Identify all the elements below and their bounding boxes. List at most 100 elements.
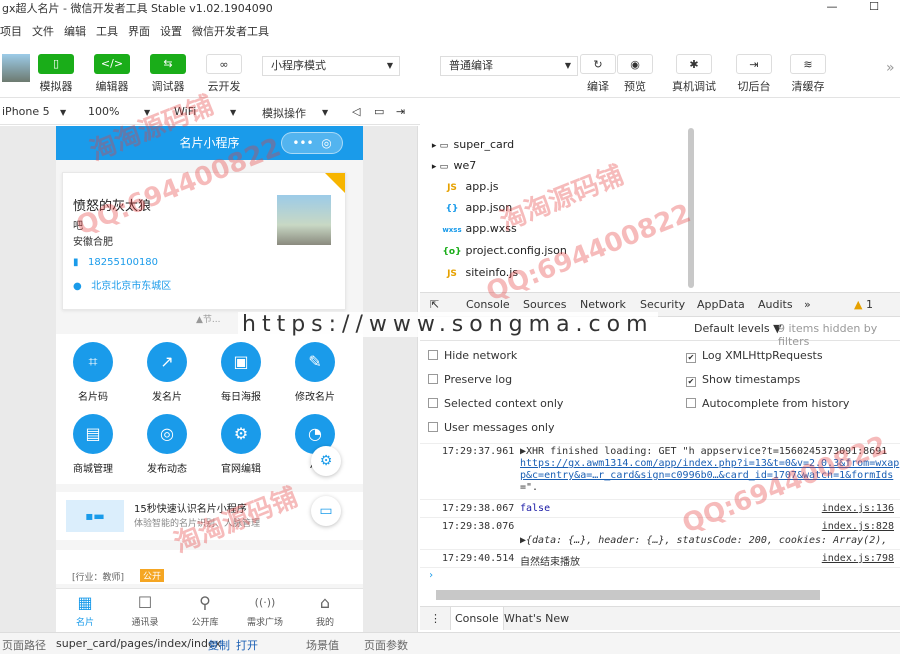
menu-file[interactable]: 文件 <box>32 23 54 39</box>
menu-project[interactable]: 项目 <box>0 23 22 39</box>
drawer-tab-whats-new[interactable]: What's New <box>504 612 569 625</box>
console-hscrollbar[interactable] <box>436 590 820 600</box>
option-timestamps[interactable]: ✔ Show timestamps <box>686 373 800 387</box>
checkbox[interactable] <box>428 398 438 408</box>
tab-console[interactable]: Console <box>466 298 510 311</box>
real-debug-button[interactable]: ✱ 真机调试 <box>672 54 716 94</box>
checkbox-checked[interactable]: ✔ <box>686 353 696 363</box>
menu-edit[interactable]: 编辑 <box>64 23 86 39</box>
tab-mine[interactable]: ⌂ 我的 <box>300 591 350 628</box>
grid-item-post[interactable]: ◎ 发布动态 <box>132 414 202 475</box>
capsule-menu[interactable]: ••• ◎ <box>281 132 343 154</box>
checkbox-checked[interactable]: ✔ <box>686 377 696 387</box>
tree-node[interactable]: {} app.json <box>442 198 513 218</box>
log-source-link[interactable]: index.js:798 <box>822 553 894 564</box>
cloud-button[interactable]: ∞ 云开发 <box>206 54 242 94</box>
menu-tools[interactable]: 工具 <box>96 23 118 39</box>
levels-select[interactable]: Default levels ▼ <box>694 322 782 335</box>
log-link[interactable]: p&c=entry&a=…r_card&sign=c0996b0…&card_i… <box>520 470 893 481</box>
grid-item-website[interactable]: ⚙ 官网编辑 <box>206 414 276 475</box>
tab-label: 公开库 <box>191 618 219 628</box>
log-source-link[interactable]: index.js:136 <box>822 503 894 514</box>
grid-item-card-code[interactable]: ⌗ 名片码 <box>58 342 128 403</box>
network-select[interactable]: WiFi <box>174 105 196 118</box>
tree-scrollbar[interactable] <box>688 128 694 288</box>
checkbox[interactable] <box>428 422 438 432</box>
grid-item-send-card[interactable]: ↗ 发名片 <box>132 342 202 403</box>
tab-demand[interactable]: ((·)) 需求广场 <box>240 591 290 628</box>
tab-sources[interactable]: Sources <box>523 298 567 311</box>
debugger-button[interactable]: ⇆ 调试器 <box>150 54 186 94</box>
grid-label: 每日海报 <box>221 392 261 403</box>
option-log-xhr[interactable]: ✔ Log XMLHttpRequests <box>686 349 823 363</box>
log-link[interactable]: https://gx.awm1314.com/app/index.php?i=1… <box>520 458 899 469</box>
log-object[interactable]: ▶{data: {…}, header: {…}, statusCode: 20… <box>520 535 887 546</box>
grid-item-edit-card[interactable]: ✎ 修改名片 <box>280 342 350 403</box>
mode-select[interactable]: 小程序模式 ▼ <box>262 56 400 76</box>
message-fab-icon[interactable]: ▭ <box>311 496 341 526</box>
more-tabs-icon[interactable]: » <box>804 298 811 311</box>
menu-view[interactable]: 界面 <box>128 23 150 39</box>
tab-public[interactable]: ⚲ 公开库 <box>180 591 230 628</box>
option-user-messages[interactable]: User messages only <box>428 421 555 434</box>
project-avatar[interactable] <box>2 54 30 82</box>
background-button[interactable]: ⇥ 切后台 <box>736 54 772 94</box>
option-hide-network[interactable]: Hide network <box>428 349 517 362</box>
option-selected-context[interactable]: Selected context only <box>428 397 563 410</box>
compile-button[interactable]: ↻ 编译 <box>580 54 616 94</box>
tree-node[interactable]: wxss app.wxss <box>442 219 516 239</box>
log-row: 17:29:37.961 ▶XHR finished loading: GET … <box>420 443 900 499</box>
open-link[interactable]: 打开 <box>236 637 258 653</box>
editor-button[interactable]: </> 编辑器 <box>94 54 130 94</box>
option-preserve-log[interactable]: Preserve log <box>428 373 512 386</box>
caret-down-icon: ▼ <box>322 108 329 117</box>
detach-icon[interactable]: ⇥ <box>396 105 405 118</box>
inspect-icon[interactable]: ⇱ <box>430 298 439 311</box>
warning-icon[interactable]: ▲ <box>854 298 862 311</box>
sim-ops-select[interactable]: 模拟操作 <box>262 105 306 121</box>
menu-settings[interactable]: 设置 <box>160 23 182 39</box>
card-address[interactable]: ● 北京北京市东城区 <box>73 277 171 292</box>
tab-security[interactable]: Security <box>640 298 685 311</box>
tab-audits[interactable]: Audits <box>758 298 793 311</box>
window-icon[interactable]: ▭ <box>374 105 384 118</box>
grid-item-shop[interactable]: ▤ 商城管理 <box>58 414 128 475</box>
tab-appdata[interactable]: AppData <box>697 298 745 311</box>
log-message[interactable]: ▶XHR finished loading: GET "h appservice… <box>520 446 887 457</box>
tab-contacts[interactable]: ☐ 通讯录 <box>120 591 170 628</box>
tree-node[interactable]: ▸ ▭ we7 <box>430 156 476 176</box>
clear-cache-button[interactable]: ≋ 清缓存 <box>790 54 826 94</box>
main-toolbar: ▯ 模拟器 </> 编辑器 ⇆ 调试器 ∞ 云开发 小程序模式 ▼ 普通编译 ▼… <box>0 46 900 98</box>
tree-node[interactable]: {o} project.config.json <box>442 241 567 261</box>
log-source-link[interactable]: index.js:828 <box>822 521 894 532</box>
minimize-button[interactable]: — <box>822 0 842 14</box>
checkbox[interactable] <box>428 374 438 384</box>
tree-node[interactable]: JS app.js <box>442 177 498 197</box>
tree-node[interactable]: ▸ ▭ super_card <box>430 135 514 155</box>
tree-node[interactable]: JS siteinfo.js <box>442 263 518 283</box>
option-autocomplete[interactable]: Autocomplete from history <box>686 397 849 410</box>
checkbox[interactable] <box>686 398 696 408</box>
drawer-tab-console[interactable]: Console <box>450 607 504 630</box>
drawer-menu-icon[interactable]: ⋮ <box>430 612 441 625</box>
page-params-button[interactable]: 页面参数 <box>364 637 408 653</box>
device-select[interactable]: iPhone 5 <box>2 105 50 118</box>
more-chevron-icon[interactable]: » <box>886 60 895 76</box>
zoom-select[interactable]: 100% <box>88 105 119 118</box>
checkbox[interactable] <box>428 350 438 360</box>
console-prompt-row[interactable]: › <box>420 567 900 585</box>
volume-icon[interactable]: ◁ <box>352 105 360 118</box>
copy-link[interactable]: 复制 <box>208 637 230 653</box>
business-card[interactable]: 愤怒的灰太狼 吧 安徽合肥 ▮ 18255100180 ● 北京北京市东城区 <box>62 172 346 310</box>
grid-item-poster[interactable]: ▣ 每日海报 <box>206 342 276 403</box>
maximize-button[interactable]: ☐ <box>864 0 884 14</box>
settings-fab-icon[interactable]: ⚙ <box>311 446 341 476</box>
compile-select[interactable]: 普通编译 ▼ <box>440 56 578 76</box>
scene-button[interactable]: 场景值 <box>306 637 339 653</box>
menu-devtools[interactable]: 微信开发者工具 <box>192 23 269 39</box>
tab-network[interactable]: Network <box>580 298 626 311</box>
tab-card[interactable]: ▦ 名片 <box>60 591 110 628</box>
simulator-button[interactable]: ▯ 模拟器 <box>38 54 74 94</box>
card-phone[interactable]: ▮ 18255100180 <box>73 257 158 268</box>
preview-button[interactable]: ◉ 预览 <box>617 54 653 94</box>
